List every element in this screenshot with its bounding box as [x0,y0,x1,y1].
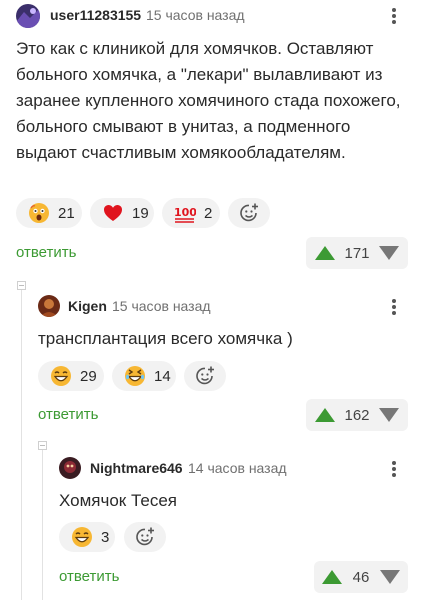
rating-value: 46 [352,568,370,586]
reaction-count: 2 [204,204,213,222]
shocked-face-icon [29,203,49,223]
upvote-arrow-icon[interactable] [315,246,335,260]
rating-widget: 171 [306,237,408,269]
upvote-arrow-icon[interactable] [322,570,342,584]
reaction-count: 19 [132,204,149,222]
downvote-arrow-icon[interactable] [379,408,399,422]
comment-text: Это как с клиникой для хомячков. Оставля… [16,39,401,162]
comment-author[interactable]: Nightmare646 [90,460,183,476]
reply-link[interactable]: ответить [59,568,119,585]
reaction-pill[interactable]: 3 [59,522,115,552]
add-reaction-button[interactable] [124,522,166,552]
comment-text: трансплантация всего хомячка ) [38,329,293,348]
reaction-pill[interactable]: 14 [112,361,176,391]
thread-line [21,290,22,600]
reaction-pill[interactable]: 29 [38,361,104,391]
upvote-arrow-icon[interactable] [315,408,335,422]
reaction-count: 14 [154,367,171,385]
more-options-icon[interactable] [385,458,403,480]
downvote-arrow-icon[interactable] [379,246,399,260]
reply-link[interactable]: ответить [38,406,98,423]
collapse-thread-button[interactable] [38,441,47,450]
downvote-arrow-icon[interactable] [380,570,400,584]
comment-text: Хомячок Тесея [59,491,178,510]
reply-link[interactable]: ответить [16,244,76,261]
more-options-icon[interactable] [385,5,403,27]
reaction-pill[interactable]: 100 2 [162,198,220,228]
reaction-pill[interactable]: 19 [90,198,154,228]
comment-time: 15 часов назад [146,7,245,23]
comment-author[interactable]: user11283155 [50,7,141,23]
heart-icon [104,205,122,221]
rating-widget: 162 [306,399,408,431]
reaction-count: 29 [80,367,97,385]
reaction-pill[interactable]: 21 [16,198,82,228]
reaction-count: 21 [58,204,75,222]
grinning-face-icon [72,527,92,547]
comment-time: 15 часов назад [112,298,211,314]
comment-time: 14 часов назад [188,460,287,476]
add-reaction-icon [196,366,214,385]
grinning-face-icon [51,366,71,386]
avatar[interactable] [59,457,81,479]
thread-line [42,450,43,600]
more-options-icon[interactable] [385,296,403,318]
rating-value: 162 [344,406,370,424]
rating-value: 171 [344,244,370,262]
add-reaction-icon [240,203,258,222]
avatar[interactable] [16,4,40,28]
collapse-thread-button[interactable] [17,281,26,290]
hundred-points-icon: 100 [174,206,196,223]
add-reaction-button[interactable] [184,361,226,391]
reaction-count: 3 [101,528,110,546]
rating-widget: 46 [314,561,408,593]
add-reaction-icon [136,527,154,546]
svg-text:100: 100 [174,206,196,219]
laughing-face-icon [125,366,145,386]
add-reaction-button[interactable] [228,198,270,228]
comment-author[interactable]: Kigen [68,298,107,314]
avatar[interactable] [38,295,60,317]
